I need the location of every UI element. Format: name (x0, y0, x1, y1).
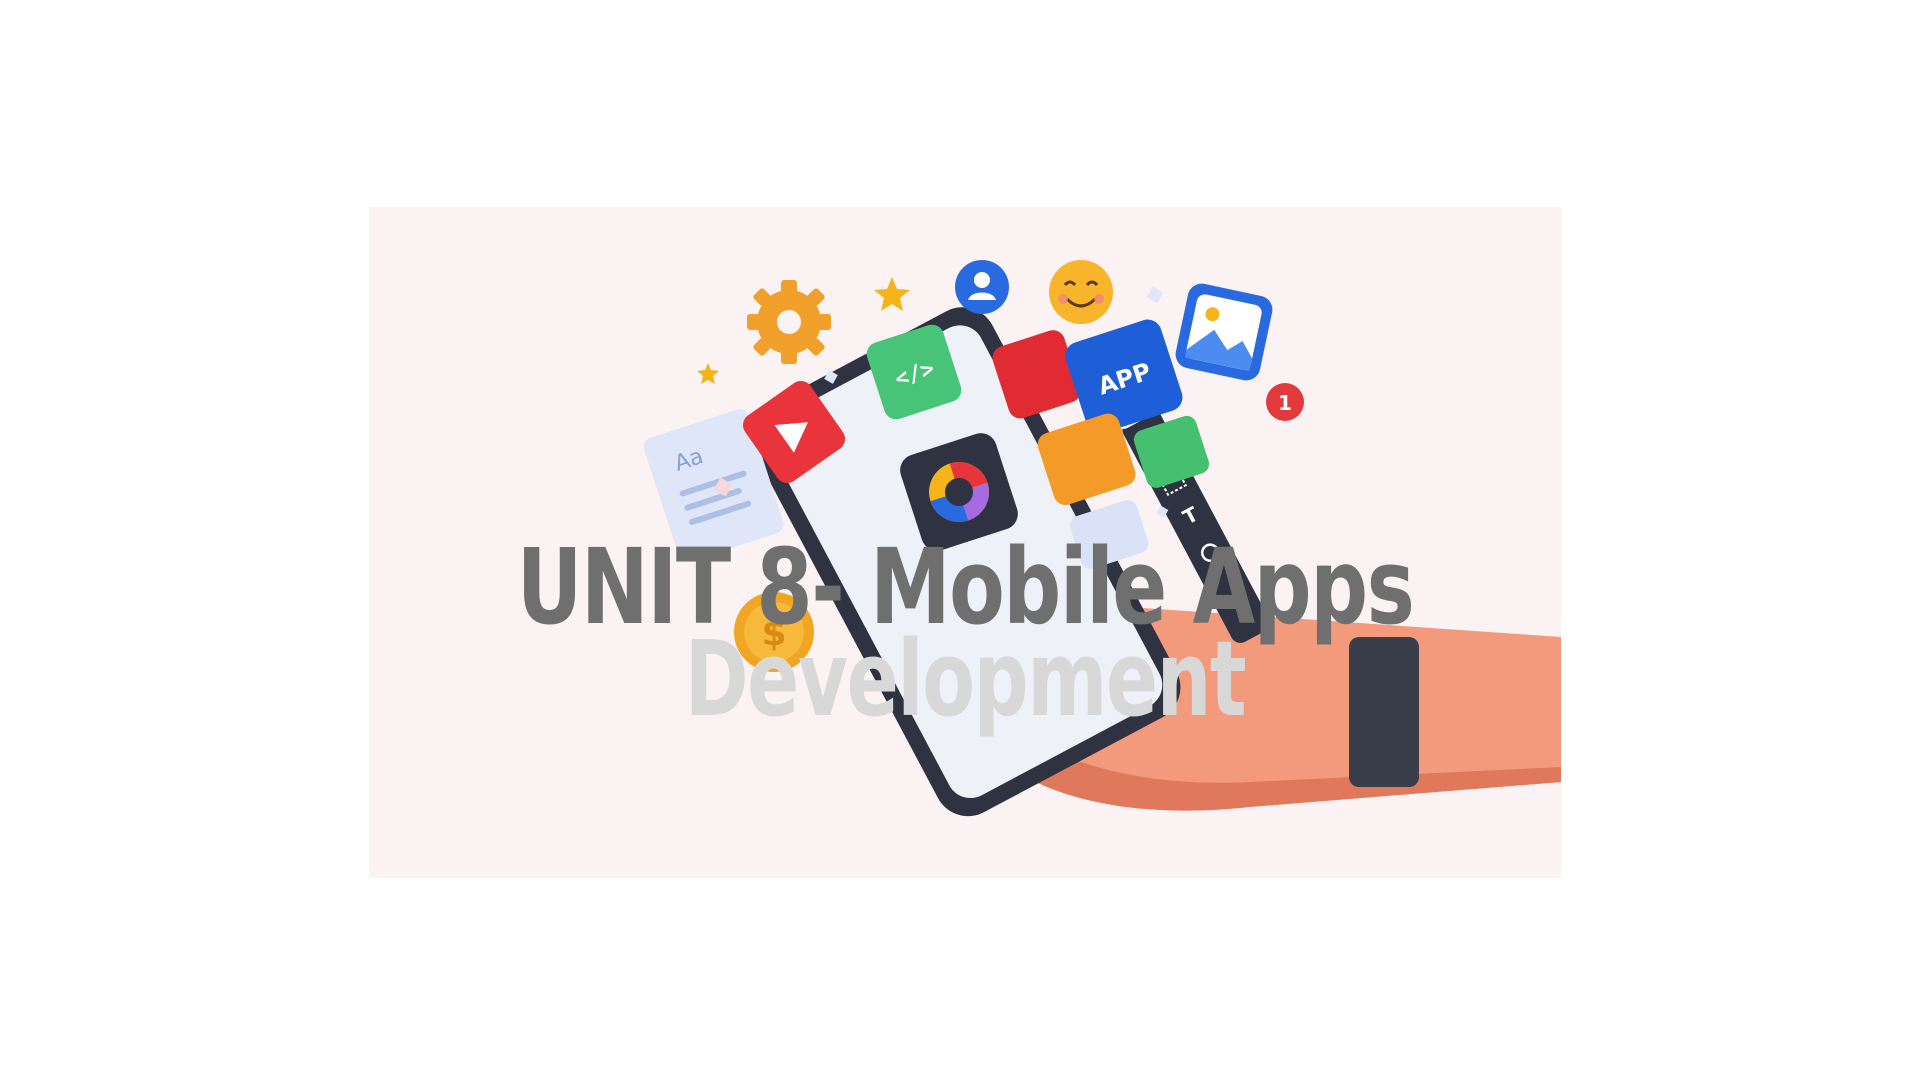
gear-icon (747, 280, 831, 364)
star-icon (874, 277, 910, 311)
star-icon (697, 363, 719, 384)
slide-title: UNIT 8- Mobile Apps Development (369, 535, 1561, 740)
user-icon (955, 260, 1009, 314)
badge-count: 1 (1278, 391, 1292, 415)
title-line-2: Development (684, 618, 1247, 740)
gallery-icon (1175, 283, 1273, 381)
smiley-icon (1049, 260, 1113, 324)
cube-icon (1146, 286, 1164, 304)
notification-badge-icon: 1 (1266, 383, 1304, 421)
app-icon: APP (1065, 319, 1183, 434)
slide: + T Aa $ (0, 0, 1920, 1080)
